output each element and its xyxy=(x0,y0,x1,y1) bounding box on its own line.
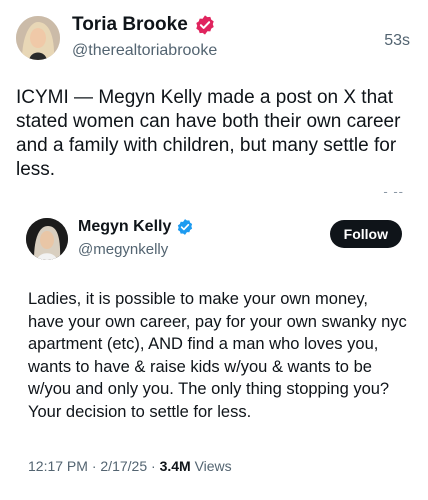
embed-avatar-image xyxy=(26,218,68,260)
embed-author-name[interactable]: Megyn Kelly xyxy=(78,218,194,236)
embed-author-name-text: Megyn Kelly xyxy=(78,218,172,235)
embed-author-avatar[interactable] xyxy=(26,218,68,260)
meta-separator: · xyxy=(151,458,156,474)
embed-views-count: 3.4M xyxy=(159,458,191,474)
author-name[interactable]: Toria Brooke xyxy=(72,14,216,36)
verified-badge-icon xyxy=(194,14,216,36)
embed-author-handle[interactable]: @megynkelly xyxy=(78,241,168,258)
avatar-image xyxy=(16,16,60,60)
post-timestamp[interactable]: 53s xyxy=(384,32,410,50)
embed-post-text: Ladies, it is possible to make your own … xyxy=(28,290,407,421)
follow-button[interactable]: Follow xyxy=(329,220,402,248)
meta-separator: · xyxy=(91,458,97,474)
embed-post-meta: 12:17 PM · 2/17/25 · 3.4M Views xyxy=(28,458,232,474)
embedded-post[interactable]: Megyn Kelly @megynkelly Follow Ladies, i… xyxy=(16,204,412,494)
author-handle[interactable]: @therealtoriabrooke xyxy=(72,42,217,60)
embed-post-time[interactable]: 12:17 PM xyxy=(28,458,88,474)
embed-post-date[interactable]: 2/17/25 xyxy=(100,458,147,474)
embed-views-label: Views xyxy=(194,458,232,474)
post-text: ICYMI — Megyn Kelly made a post on X tha… xyxy=(16,87,401,180)
social-post: Toria Brooke @therealtoriabrooke 53s ICY… xyxy=(0,0,428,500)
author-name-text: Toria Brooke xyxy=(72,14,188,35)
author-avatar[interactable] xyxy=(16,16,60,60)
verified-badge-icon xyxy=(176,218,194,236)
separator-dashes: - -- xyxy=(383,184,404,199)
